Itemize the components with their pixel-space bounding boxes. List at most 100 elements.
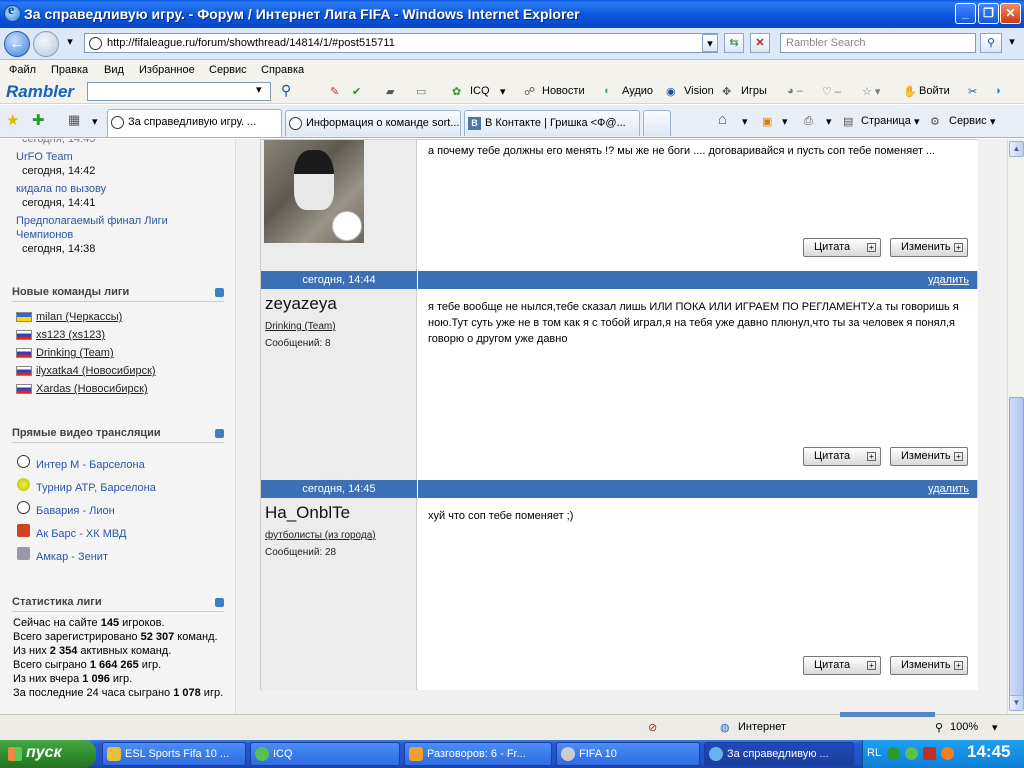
rambler-logo[interactable]: Rambler — [6, 82, 74, 102]
edit-button[interactable]: Изменить + — [890, 238, 968, 257]
rambler-search-input[interactable] — [87, 82, 271, 101]
add-favorites-icon[interactable]: ✚ — [32, 111, 45, 129]
scroll-up-arrow-icon[interactable]: ▲ — [1009, 141, 1024, 157]
video-link[interactable]: Интер М - Барселона — [36, 459, 145, 471]
tab-vkontakte[interactable]: B В Контакте | Гришка <Ф@... — [464, 110, 640, 136]
back-button[interactable]: ← — [4, 31, 30, 57]
feeds-icon[interactable]: ▣ — [762, 115, 772, 128]
taskbar-item-active[interactable]: За справедливую ... — [704, 742, 854, 766]
taskbar-item[interactable]: FIFA 10 — [556, 742, 700, 766]
rambler-dropdown-icon[interactable]: ▾ — [256, 83, 262, 96]
new-team-link[interactable]: milan (Черкассы) — [36, 311, 122, 323]
heart-icon[interactable]: ♡ – — [822, 85, 841, 98]
search-input[interactable]: Rambler Search — [780, 33, 976, 53]
favorites-star-icon[interactable]: ★ — [6, 111, 19, 129]
taskbar-item[interactable]: Разговоров: 6 - Fr... — [404, 742, 552, 766]
page-menu[interactable]: Страница — [861, 115, 911, 127]
print-dropdown-icon[interactable]: ▾ — [826, 115, 832, 128]
tray-icon[interactable] — [887, 747, 900, 760]
video-link[interactable]: Ак Барс - ХК МВД — [36, 528, 126, 540]
eraser-icon[interactable]: ▰ — [386, 85, 394, 98]
recent-thread-link-cont[interactable]: Чемпионов — [16, 229, 73, 241]
section-settings-icon[interactable] — [215, 598, 224, 607]
rambler-news[interactable]: Новости — [542, 85, 585, 97]
stop-icon[interactable]: ✕ — [750, 33, 770, 53]
edit-button[interactable]: Изменить + — [890, 447, 968, 466]
rambler-audio[interactable]: Аудио — [622, 85, 653, 97]
post-user-team[interactable]: Drinking (Team) — [265, 321, 336, 332]
close-button[interactable]: ✕ — [1000, 3, 1021, 24]
spellcheck-icon[interactable]: ✔ — [352, 85, 361, 98]
menu-favorites[interactable]: Избранное — [139, 64, 195, 76]
recent-thread-link[interactable]: Предполагаемый финал Лиги — [16, 215, 168, 227]
new-team-link[interactable]: xs123 (xs123) — [36, 329, 105, 341]
system-clock[interactable]: 14:45 — [967, 742, 1010, 762]
start-button[interactable]: пуск — [0, 740, 96, 768]
quick-tabs-icon[interactable]: ▦ — [68, 112, 80, 128]
tools-dropdown-icon[interactable]: ▾ — [990, 115, 996, 128]
settings-icon[interactable]: ✂ — [968, 85, 977, 98]
tab-team-info[interactable]: Информация о команде sort... — [285, 110, 461, 136]
new-team-link[interactable]: ilyxatka4 (Новосибирск) — [36, 365, 156, 377]
globe-icon[interactable]: ◑ — [994, 85, 1001, 97]
rambler-games[interactable]: Игры — [741, 85, 767, 97]
delete-link[interactable]: удалить — [928, 483, 969, 495]
highlight-icon[interactable]: ✎ — [330, 85, 339, 98]
recent-thread-link[interactable]: кидала по вызову — [16, 183, 106, 195]
menu-tools[interactable]: Сервис — [209, 64, 247, 76]
zoom-level[interactable]: 100% — [950, 721, 978, 733]
taskbar-item[interactable]: ESL Sports Fifa 10 ... — [102, 742, 246, 766]
address-input[interactable]: http://fifaleague.ru/forum/showthread/14… — [84, 33, 718, 53]
post-user-team[interactable]: футболисты (из города) — [265, 530, 376, 541]
new-team-link[interactable]: Drinking (Team) — [36, 347, 114, 359]
rambler-vision[interactable]: Vision — [684, 85, 714, 97]
maximize-button[interactable]: ❐ — [978, 3, 999, 24]
video-link[interactable]: Турнир ATP, Барселона — [36, 482, 156, 494]
section-settings-icon[interactable] — [215, 288, 224, 297]
post-username[interactable]: zeyazeya — [265, 294, 337, 314]
new-team-link[interactable]: Xardas (Новосибирск) — [36, 383, 148, 395]
scroll-thumb[interactable] — [1009, 397, 1024, 697]
new-tab-button[interactable] — [643, 110, 671, 136]
menu-edit[interactable]: Правка — [51, 64, 88, 76]
refresh-icon[interactable]: ⇆ — [724, 33, 744, 53]
quote-button[interactable]: Цитата + — [803, 238, 881, 257]
address-dropdown-icon[interactable]: ▾ — [702, 34, 718, 52]
scroll-down-arrow-icon[interactable]: ▼ — [1009, 695, 1024, 711]
rambler-login[interactable]: Войти — [919, 85, 950, 97]
menu-view[interactable]: Вид — [104, 64, 124, 76]
taskbar-item[interactable]: ICQ — [250, 742, 400, 766]
page-dropdown-icon[interactable]: ▾ — [914, 115, 920, 128]
tab-list-icon[interactable]: ▾ — [92, 115, 98, 128]
star-icon[interactable]: ☆ ▾ — [862, 85, 880, 98]
minimize-button[interactable]: _ — [955, 3, 976, 24]
search-button-icon[interactable]: ⚲ — [980, 33, 1002, 53]
tools-menu[interactable]: Сервис — [949, 115, 987, 127]
chat-icon[interactable]: ◕ – — [787, 85, 803, 97]
recent-thread-link[interactable]: UrFO Team — [16, 151, 73, 163]
history-dropdown-icon[interactable]: ▾ — [60, 33, 80, 53]
video-link[interactable]: Амкар - Зенит — [36, 551, 108, 563]
post-username[interactable]: Ha_OnblTe — [265, 503, 350, 523]
feeds-dropdown-icon[interactable]: ▾ — [782, 115, 788, 128]
vertical-scrollbar[interactable]: ▲ ▼ — [1007, 139, 1024, 714]
section-settings-icon[interactable] — [215, 429, 224, 438]
menu-file[interactable]: Файл — [9, 64, 36, 76]
tray-app-icon[interactable] — [941, 747, 954, 760]
tray-app-icon[interactable] — [923, 747, 936, 760]
delete-link[interactable]: удалить — [928, 274, 969, 286]
search-options-icon[interactable]: ▾ — [1004, 33, 1020, 53]
icq-dropdown-icon[interactable]: ▾ — [500, 85, 506, 98]
print-icon[interactable]: ⎙ — [804, 115, 813, 128]
language-indicator[interactable]: RL — [867, 747, 881, 759]
edit-button[interactable]: Изменить + — [890, 656, 968, 675]
rambler-search-icon[interactable]: ⚲ — [281, 82, 291, 99]
home-icon[interactable]: ⌂ — [718, 111, 727, 128]
quote-button[interactable]: Цитата + — [803, 447, 881, 466]
popup-icon[interactable]: ▭ — [416, 85, 426, 98]
home-dropdown-icon[interactable]: ▾ — [742, 115, 748, 128]
forward-button[interactable]: → — [33, 31, 59, 57]
video-link[interactable]: Бавария - Лион — [36, 505, 115, 517]
zoom-dropdown-icon[interactable]: ▾ — [992, 721, 998, 734]
tab-fair-play[interactable]: За справедливую игру. ... — [107, 109, 282, 137]
